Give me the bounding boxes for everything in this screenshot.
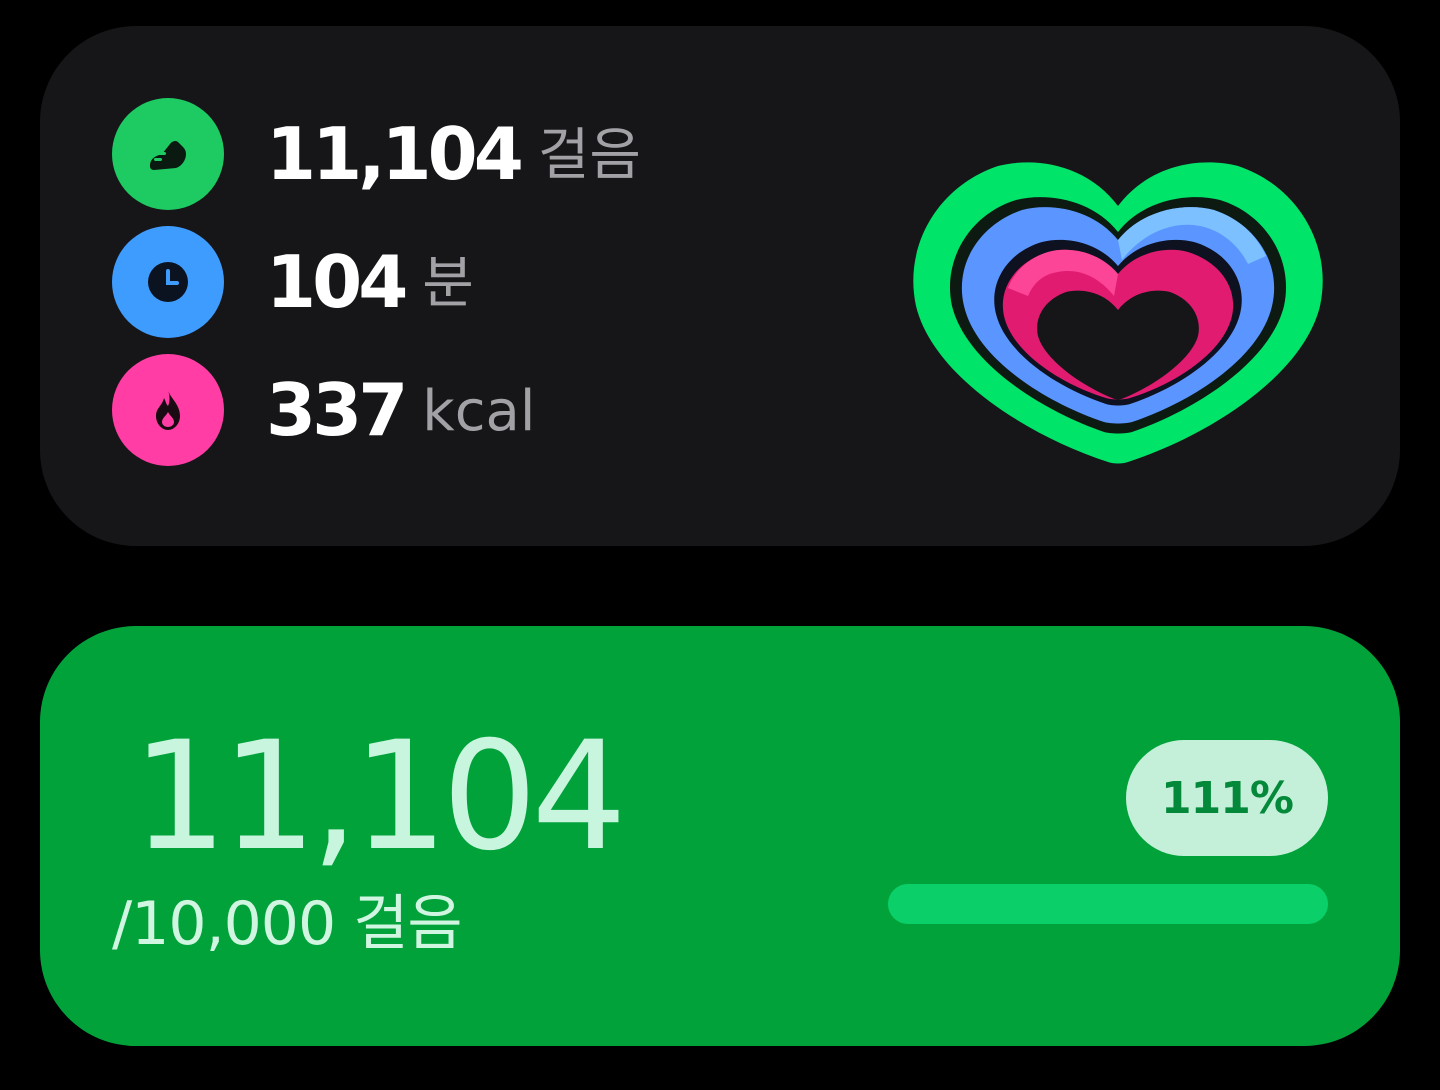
calories-value: 337 (266, 368, 408, 452)
steps-metric: 11,104 걸음 (112, 98, 641, 210)
step-count: 11,104 (132, 710, 627, 884)
steps-value: 11,104 (266, 112, 524, 196)
active-time-unit: 분 (422, 251, 474, 316)
activity-summary-card[interactable]: 11,104 걸음 104 분 337 kcal (40, 26, 1400, 546)
shoe-icon (112, 98, 224, 210)
flame-icon (112, 354, 224, 466)
calories-unit: kcal (422, 379, 536, 444)
step-progress-fill (888, 884, 1328, 924)
clock-icon (112, 226, 224, 338)
active-time-metric: 104 분 (112, 226, 474, 338)
active-time-value: 104 (266, 240, 408, 324)
step-goal-label: /10,000 걸음 (112, 889, 463, 959)
steps-unit: 걸음 (537, 123, 641, 188)
calories-metric: 337 kcal (112, 354, 535, 466)
step-progress-bar (888, 884, 1328, 924)
goal-percent-badge: 111% (1126, 740, 1328, 856)
step-goal-card[interactable]: 11,104 /10,000 걸음 111% (40, 626, 1400, 1046)
activity-heart-icon[interactable] (908, 96, 1328, 476)
